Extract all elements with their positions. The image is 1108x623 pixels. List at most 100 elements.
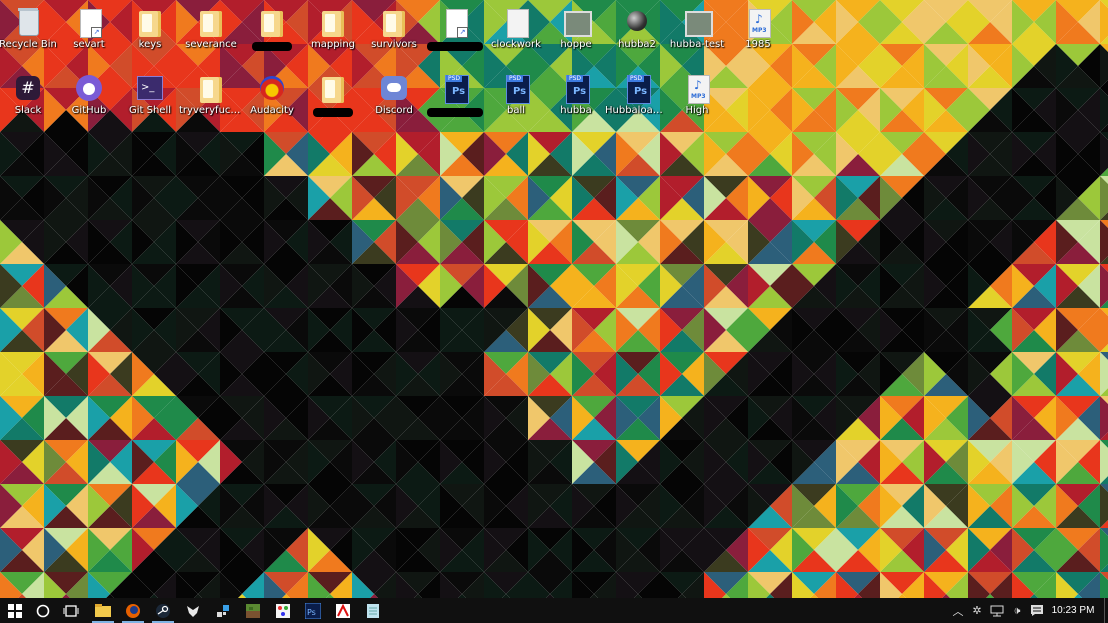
desktop-icon[interactable]: High [665,69,729,129]
taskbar-file-explorer-button[interactable] [88,598,118,623]
desktop-icon-label: High [685,105,709,116]
desktop-icon-label: Audacity [250,105,294,116]
desktop-icon[interactable]: hubba2 [605,3,669,63]
desktop-icon[interactable]: Audacity [240,69,304,129]
psd-file-icon [439,73,471,105]
desktop-icon-label: Discord [375,105,413,116]
desktop-icon[interactable]: ↗ [423,3,487,63]
desktop-icon-label: hubba-test [669,39,725,50]
paint-icon [275,603,291,619]
taskbar-firefox-button[interactable] [118,598,148,623]
mp3-file-icon [742,7,774,39]
psd-file-icon [560,73,592,105]
file-icon [500,7,532,39]
taskbar-app-paint-button[interactable] [268,598,298,623]
psd-file-icon [621,73,653,105]
desktop-icon-label: hubba [560,105,592,116]
desktop-icon[interactable]: Discord [362,69,426,129]
taskbar-photoshop-button[interactable]: Ps [298,598,328,623]
volume-icon[interactable]: 🕩 [1007,598,1027,623]
desktop-icon[interactable] [423,69,487,129]
taskbar-steam-button[interactable] [148,598,178,623]
svg-text:Ps: Ps [307,608,316,617]
desktop-icon-label: hoppe [560,39,592,50]
desktop-icon-label: Git Shell [128,105,172,116]
desktop-icon-label: clockwork [491,39,541,50]
action-center-icon[interactable] [1027,598,1047,623]
desktop-icon[interactable]: keys [118,3,182,63]
mp3-file-icon [681,73,713,105]
desktop-icon[interactable] [240,3,304,63]
taskbar-app-tool-button[interactable] [208,598,238,623]
desktop-icon[interactable]: 1985 [726,3,790,63]
folder-icon [95,604,111,617]
desktop-icon[interactable]: mapping [301,3,365,63]
tool-icon [215,603,231,619]
photoshop-icon: Ps [305,602,321,619]
slack-icon: # [12,73,44,105]
desktop-icon[interactable]: tryveryfuck... [179,69,243,129]
desktop-icon[interactable]: hoppe [544,3,608,63]
redaction-bar [313,108,353,117]
taskbar-app-notes-button[interactable] [358,598,388,623]
audacity-icon [256,73,288,105]
desktop-icon[interactable]: Recycle Bin [0,3,60,63]
minecraft-icon [245,603,261,619]
redaction-bar [427,108,483,117]
desktop-icon[interactable]: hubba [544,69,608,129]
folder-icon [134,7,166,39]
desktop-icon-label: hubba2 [618,39,656,50]
taskbar-acrobat-button[interactable] [328,598,358,623]
desktop-icon[interactable]: ↗ sevart [57,3,121,63]
desktop-icon-label: severance [185,39,237,50]
taskbar-app-minecraft-button[interactable] [238,598,268,623]
github-icon [73,73,105,105]
desktop-icon[interactable]: clockwork [484,3,548,63]
git-shell-icon: >_ [134,73,166,105]
windows-start-icon[interactable] [0,598,30,623]
show-desktop-button[interactable] [1104,598,1108,623]
desktop-icon[interactable]: Hubbaloader [605,69,669,129]
folder-icon [378,7,410,39]
file-shortcut-icon: ↗ [73,7,105,39]
discord-icon [378,73,410,105]
task-view-icon[interactable] [56,598,86,623]
desktop-icon[interactable]: GitHub [57,69,121,129]
ball-icon [621,7,653,39]
desktop-icon[interactable]: severance [179,3,243,63]
folder-icon [317,73,349,105]
desktop-icon-label: sevart [73,39,105,50]
cortana-circle-icon[interactable] [28,598,58,623]
taskbar-app-dragon-button[interactable] [178,598,208,623]
file-shortcut-icon: ↗ [439,7,471,39]
desktop-icon[interactable] [301,69,365,129]
folder-icon [256,7,288,39]
folder-icon [317,7,349,39]
desktop-icon-label: Slack [14,105,42,116]
desktop-icon[interactable]: >_ Git Shell [118,69,182,129]
desktop-icon[interactable]: # Slack [0,69,60,129]
desktop-icon-label: 1985 [745,39,771,50]
notes-icon [365,603,381,619]
desktop-icon-label: ball [506,105,526,116]
taskbar-clock[interactable]: 10:23 PM [1049,598,1097,623]
desktop-icon[interactable]: survivors [362,3,426,63]
desktop-icon-label: mapping [310,39,356,50]
folder-icon [195,73,227,105]
firefox-icon [125,603,141,619]
image-icon [560,7,592,39]
chevron-up-icon[interactable]: ︿ [950,598,966,623]
network-icon[interactable] [987,598,1007,623]
steam-icon [155,603,171,619]
settings-gear-icon[interactable]: ✲ [968,598,986,623]
acrobat-icon [335,603,351,619]
desktop-icon-label: survivors [371,39,417,50]
image-icon [681,7,713,39]
desktop-icon-label: GitHub [71,105,107,116]
redaction-bar [427,42,483,51]
desktop-icon[interactable]: hubba-test [665,3,729,63]
desktop-icon[interactable]: ball [484,69,548,129]
dragon-icon [185,603,201,619]
desktop-icon-label: Hubbaloader [605,105,669,116]
desktop-icon-label: Recycle Bin [0,39,57,50]
